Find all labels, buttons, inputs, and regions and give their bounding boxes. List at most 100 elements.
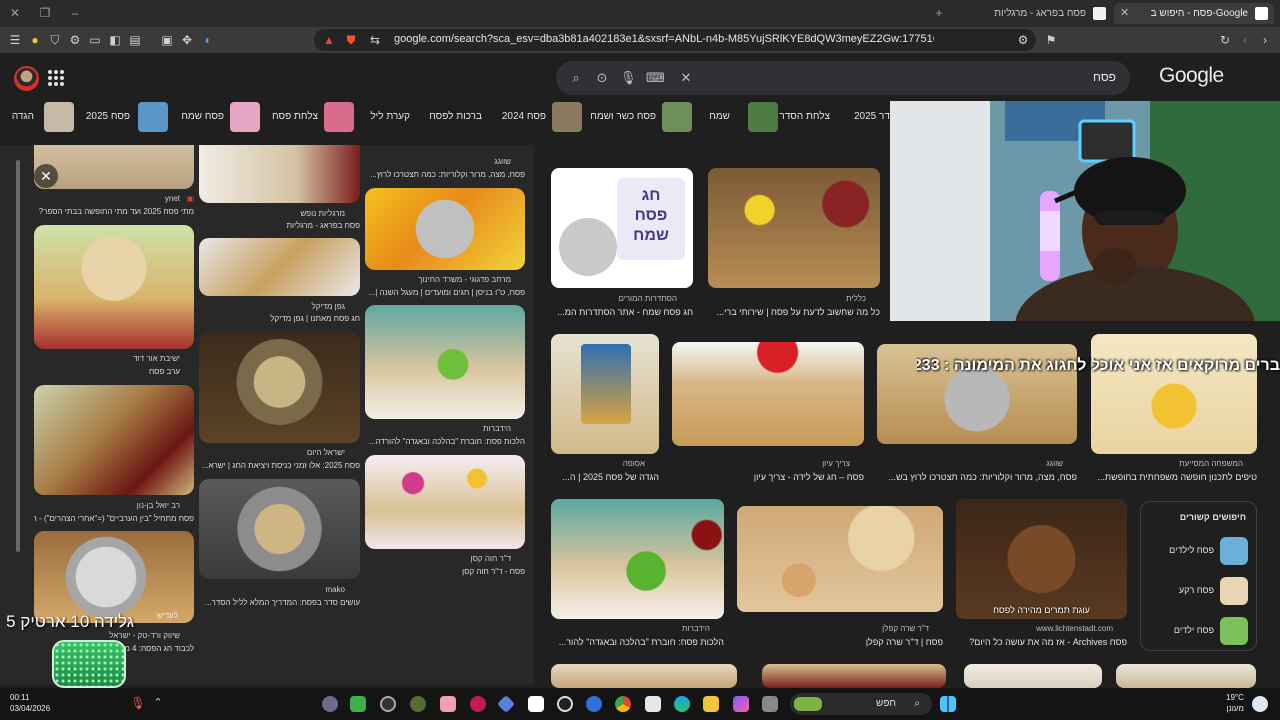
app-icon[interactable] xyxy=(380,696,396,712)
extension-icon[interactable]: ● xyxy=(28,33,42,47)
chip-seder-plate[interactable]: צלחת פסח xyxy=(272,101,358,133)
result-title[interactable]: פסח Archives - אז מה את עושה כל היום? xyxy=(956,637,1127,647)
google-apps-icon[interactable] xyxy=(48,70,64,86)
site-info-icon[interactable]: ⇆ xyxy=(368,33,382,47)
result-title[interactable]: פסח | ד"ר שרה קפלן xyxy=(737,637,943,647)
app-icon[interactable] xyxy=(440,696,456,712)
chip-seder-2025[interactable]: סדר 2025 xyxy=(846,101,890,133)
result-source[interactable]: שווגג xyxy=(877,459,1063,468)
chip-pesach-sameach[interactable]: פסח שמח xyxy=(180,101,264,133)
screenshot-icon[interactable]: ▣ xyxy=(160,33,174,47)
result-source[interactable]: שווגג xyxy=(365,157,511,166)
result-title[interactable]: פסח 2025: אלו זמני כניסת ויציאת החג | יש… xyxy=(199,461,360,470)
copilot-icon[interactable] xyxy=(733,696,749,712)
app-icon[interactable] xyxy=(528,696,544,712)
result-source[interactable]: אסופה xyxy=(551,459,645,468)
result-title[interactable]: הלכות פסח: חוברת "בהלכה ובאגדה" להורדה..… xyxy=(365,437,525,446)
image-thumbnail[interactable] xyxy=(762,664,946,688)
result-title[interactable]: פסח - ד"ר חוה קסן xyxy=(365,567,525,576)
result-title[interactable]: פסח, מצה, מרור וקלוריות: כמה תצטרכו לרוץ… xyxy=(877,472,1077,482)
restore-window-icon[interactable]: ❐ xyxy=(36,4,54,22)
result-title[interactable]: פסח, ט"ו בניסן | חגים ומועדים | מעגל השנ… xyxy=(365,288,525,297)
back-icon[interactable]: ‹ xyxy=(1238,33,1252,47)
chip-seder-bowl[interactable]: קערת ליל xyxy=(368,101,418,133)
result-source[interactable]: הידברות xyxy=(365,424,511,433)
related-item[interactable]: פסח רקע xyxy=(1148,576,1248,606)
app-icon[interactable] xyxy=(586,696,602,712)
image-thumbnail[interactable] xyxy=(34,385,194,495)
result-source[interactable]: צריך עיון xyxy=(672,459,850,468)
app-icon[interactable] xyxy=(470,696,486,712)
bookmarks-icon[interactable]: ▤ xyxy=(128,33,142,47)
result-source[interactable]: כללית xyxy=(708,294,866,303)
chip-sameach[interactable]: שמח xyxy=(706,101,736,133)
image-thumbnail[interactable] xyxy=(365,305,525,419)
panel-scrollbar[interactable] xyxy=(16,160,20,552)
related-item[interactable]: פסח ילדים xyxy=(1148,616,1248,646)
brave-rewards-icon[interactable]: ▲ xyxy=(322,33,336,47)
reload-icon[interactable]: ↻ xyxy=(1218,33,1232,47)
result-title[interactable]: הלכות פסח: חוברת "בהלכה ובאגדה" להור... xyxy=(551,637,724,647)
chatgpt-icon[interactable] xyxy=(557,696,573,712)
settings-icon[interactable]: ⚙ xyxy=(68,33,82,47)
tab-google-search[interactable]: ✕ פסח - חיפוש ב-Google xyxy=(1114,3,1274,24)
image-thumbnail[interactable] xyxy=(737,506,943,612)
result-title[interactable]: פסח – חג של לידה - צריך עיון xyxy=(672,472,864,482)
taskbar-search[interactable]: חפש ⌕ xyxy=(790,693,932,715)
result-source[interactable]: mako xyxy=(199,585,345,594)
result-title[interactable]: כל מה שחשוב לדעת על פסח | שירותי ברי... xyxy=(708,307,880,317)
puzzle-icon[interactable]: ✥ xyxy=(180,33,194,47)
result-title[interactable]: ערב פסח xyxy=(34,367,180,376)
image-thumbnail[interactable] xyxy=(365,455,525,549)
result-title[interactable]: עושים סדר בפסח: המדריך המלא לליל הסדר... xyxy=(199,598,360,607)
weather-widget[interactable]: 19°C מעונן xyxy=(1226,692,1244,714)
result-title[interactable]: פסח, מצה, מרור וקלוריות: כמה תצטרכו לרוץ… xyxy=(365,170,525,179)
result-source[interactable]: הידברות xyxy=(551,624,710,633)
result-source[interactable]: גפן מדיקל xyxy=(199,302,345,311)
result-source[interactable]: הסתדרות המורים xyxy=(551,294,677,303)
result-source[interactable]: רב יואל בן-נון xyxy=(34,501,180,510)
chip-kosher[interactable]: פסח כשר ושמח xyxy=(590,101,696,133)
image-thumbnail[interactable] xyxy=(551,664,737,688)
search-input[interactable]: פסח xyxy=(1093,70,1116,84)
result-source[interactable]: מרגליות נופש xyxy=(199,209,345,218)
image-thumbnail[interactable] xyxy=(964,664,1102,688)
brave-shields-icon[interactable]: ⛊ xyxy=(344,33,358,47)
image-thumbnail[interactable] xyxy=(672,342,864,446)
tab-margaliyot[interactable]: פסח בפראג - מרגליות xyxy=(956,3,1112,24)
result-source[interactable]: לעדיש xyxy=(130,611,178,620)
bookmark-icon[interactable]: ⚑ xyxy=(1044,33,1058,47)
result-source[interactable]: ynet xyxy=(34,194,180,203)
search-box[interactable]: ⌕ ⊙ 🎙 ⌨ ✕ פסח xyxy=(556,61,1130,95)
search-icon[interactable]: ⌕ xyxy=(568,70,584,86)
image-thumbnail[interactable] xyxy=(1091,334,1257,454)
sidebar-icon[interactable]: ◧ xyxy=(108,33,122,47)
file-explorer-icon[interactable] xyxy=(703,696,719,712)
result-source[interactable]: ד"ר חוה קסן xyxy=(365,554,511,563)
edge-icon[interactable] xyxy=(674,696,690,712)
chip-haggadah[interactable]: הגדה xyxy=(10,101,76,133)
clear-search-icon[interactable]: ✕ xyxy=(678,70,694,86)
image-thumbnail[interactable] xyxy=(34,225,194,349)
store-icon[interactable] xyxy=(645,696,661,712)
image-thumbnail[interactable] xyxy=(34,145,194,189)
result-title[interactable]: חג פסח שמח - אתר הסתדרות המ... xyxy=(551,307,693,317)
keyboard-icon[interactable]: ⌨ xyxy=(646,70,665,86)
image-thumbnail[interactable] xyxy=(199,332,360,443)
task-view-icon[interactable] xyxy=(762,696,778,712)
result-title[interactable]: פסח מתחיל "בין הערביים" (="אחרי הצהרים")… xyxy=(34,514,194,523)
account-avatar[interactable] xyxy=(14,66,39,91)
wallet-icon[interactable]: ▭ xyxy=(88,33,102,47)
microphone-icon[interactable]: 🎙 xyxy=(620,70,637,86)
chip-pesach-2024[interactable]: פסח 2024 xyxy=(500,101,586,133)
microphone-tray-icon[interactable]: 🎙 xyxy=(130,696,146,712)
app-icon[interactable] xyxy=(410,696,426,712)
image-thumbnail[interactable] xyxy=(199,479,360,579)
chip-blessings[interactable]: ברכות לפסח xyxy=(428,101,488,133)
close-tab-icon[interactable]: ✕ xyxy=(1120,3,1129,24)
google-logo[interactable]: Google xyxy=(1159,64,1224,88)
address-bar[interactable]: ▲ ⛊ ⇆ google.com/search?sca_esv=dba3b81a… xyxy=(314,29,1036,51)
result-source[interactable]: ישראל היום xyxy=(199,448,345,457)
new-tab-icon[interactable]: + xyxy=(930,4,948,22)
result-title[interactable]: חג פסח מאתנו | גפן מדיקל xyxy=(199,314,360,323)
